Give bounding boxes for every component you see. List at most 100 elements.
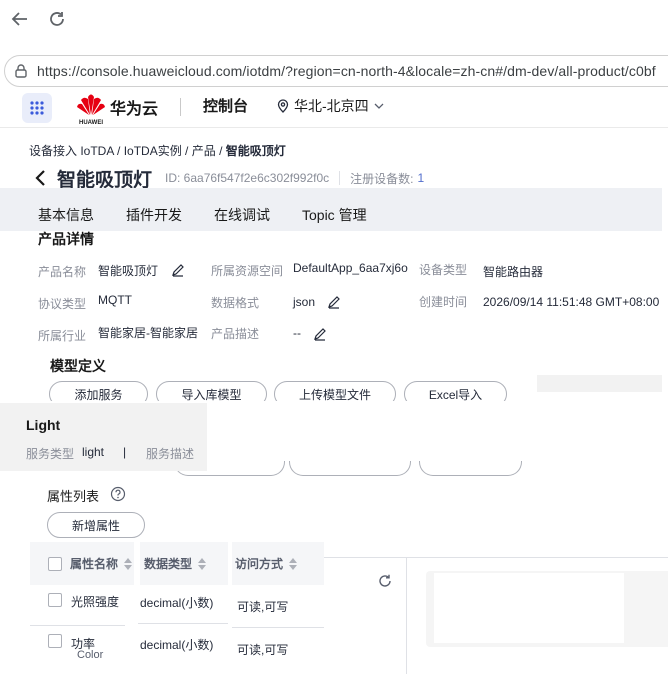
arrow-left-icon: [11, 12, 27, 26]
reload-icon: [50, 12, 64, 26]
excel-import-button-ghost: [419, 461, 522, 476]
back-chevron-icon[interactable]: [33, 169, 47, 187]
registered-devices-label: 注册设备数:: [350, 171, 414, 186]
row-divider: [138, 623, 228, 624]
service-menu-button[interactable]: [22, 93, 52, 123]
column-name-label: 属性名称: [70, 557, 119, 571]
service-name: Light: [26, 417, 61, 433]
breadcrumb-separator: /: [113, 144, 124, 158]
column-access-label: 访问方式: [235, 557, 284, 571]
column-header-type[interactable]: 数据类型: [140, 542, 228, 585]
panel-divider: [406, 558, 407, 674]
header-divider: [180, 98, 181, 116]
property-name-cell: 光照强度: [71, 595, 120, 609]
property-list-title: 属性列表: [47, 489, 100, 504]
created-time-label: 创建时间: [419, 295, 468, 309]
resource-space-value: DefaultApp_6aa7xj6o: [293, 261, 408, 275]
breadcrumb-item-iotda[interactable]: 设备接入 IoTDA: [29, 144, 114, 158]
add-service-button[interactable]: 添加服务: [49, 381, 148, 401]
breadcrumb: 设备接入 IoTDA / IoTDA实例 / 产品 / 智能吸顶灯: [29, 142, 286, 159]
industry-label: 所属行业: [38, 329, 87, 343]
tab-topic-management[interactable]: Topic 管理: [302, 205, 367, 225]
chevron-down-icon: [374, 103, 384, 109]
header-right-divider: [324, 557, 668, 558]
model-buttons-clip: 添加服务 导入库模型 上传模型文件 Excel导入: [49, 381, 549, 401]
column-type-label: 数据类型: [144, 557, 193, 571]
grid-icon: [30, 101, 44, 115]
url-text[interactable]: https://console.huaweicloud.com/iotdm/?r…: [37, 63, 656, 79]
location-pin-icon: [277, 99, 289, 113]
property-type-cell: decimal(小数): [140, 638, 214, 652]
product-details-title: 产品详情: [38, 231, 94, 247]
edit-format-icon[interactable]: [327, 295, 341, 309]
overflow-row-text: Color: [77, 649, 104, 661]
resource-space-label: 所属资源空间: [211, 264, 284, 278]
created-time-value: 2026/09/14 11:51:48 GMT+08:00: [483, 295, 660, 309]
tab-basic-info[interactable]: 基本信息: [38, 205, 94, 225]
sort-icon[interactable]: [124, 557, 133, 570]
breadcrumb-item-instance[interactable]: IoTDA实例: [124, 144, 182, 158]
browser-toolbar: [0, 0, 668, 40]
industry-value: 智能家居-智能家居: [98, 326, 198, 340]
sort-icon[interactable]: [289, 557, 298, 570]
row-divider: [30, 625, 125, 626]
product-name-label: 产品名称: [38, 265, 87, 279]
registered-devices-count[interactable]: 1: [418, 171, 425, 185]
product-id: ID: 6aa76f547f2e6c302f992f0c: [165, 171, 330, 185]
help-icon[interactable]: [110, 486, 126, 502]
detail-panel-content: [434, 573, 624, 643]
add-property-button[interactable]: 新增属性: [47, 512, 145, 538]
property-table-header: 属性名称 数据类型 访问方式: [30, 542, 324, 585]
description-value: --: [293, 326, 301, 340]
overlay-strip: [537, 375, 662, 392]
refresh-icon[interactable]: [377, 573, 393, 589]
title-divider: [339, 171, 341, 185]
edit-name-icon[interactable]: [171, 263, 185, 277]
huawei-logo[interactable]: HUAWEI: [76, 91, 106, 126]
property-access-cell: 可读,可写: [237, 600, 289, 614]
row-divider: [232, 627, 324, 628]
back-button[interactable]: [6, 5, 34, 33]
select-all-checkbox[interactable]: [48, 556, 62, 571]
service-panel[interactable]: Light 服务类型 light | 服务描述: [0, 403, 207, 471]
product-name-value: 智能吸顶灯: [98, 264, 159, 278]
service-description-label: 服务描述: [146, 447, 195, 461]
address-bar[interactable]: https://console.huaweicloud.com/iotdm/?r…: [4, 55, 668, 87]
protocol-label: 协议类型: [38, 297, 87, 311]
breadcrumb-item-product[interactable]: 产品: [192, 144, 216, 158]
data-format-value: json: [293, 295, 316, 309]
console-header: HUAWEI 华为云 控制台 华北-北京四: [0, 88, 668, 128]
property-type-cell: decimal(小数): [140, 596, 214, 610]
tab-online-debug[interactable]: 在线调试: [214, 205, 270, 225]
site-info-icon[interactable]: [13, 63, 29, 79]
edit-description-icon[interactable]: [313, 327, 327, 341]
model-definition-title: 模型定义: [50, 358, 106, 374]
region-selector[interactable]: 华北-北京四: [276, 96, 385, 116]
protocol-value: MQTT: [98, 293, 132, 307]
breadcrumb-current: 智能吸顶灯: [225, 144, 286, 158]
service-meta-divider: |: [123, 445, 127, 459]
row-checkbox[interactable]: [48, 634, 62, 648]
device-type-label: 设备类型: [419, 263, 468, 277]
upload-model-file-button-ghost: [289, 461, 411, 476]
column-header-name[interactable]: 属性名称: [30, 542, 134, 585]
tab-plugin-dev[interactable]: 插件开发: [126, 205, 182, 225]
excel-import-button[interactable]: Excel导入: [404, 381, 507, 401]
console-link[interactable]: 控制台: [203, 95, 248, 116]
row-checkbox[interactable]: [48, 593, 62, 607]
breadcrumb-separator: /: [181, 144, 192, 158]
device-type-value: 智能路由器: [483, 265, 544, 279]
logo-text: HUAWEI: [79, 120, 103, 126]
upload-model-file-button[interactable]: 上传模型文件: [274, 381, 396, 401]
brand-name[interactable]: 华为云: [110, 95, 158, 119]
sort-icon[interactable]: [198, 557, 207, 570]
service-type-value: light: [82, 445, 105, 459]
huawei-flower-icon: [77, 94, 105, 115]
description-label: 产品描述: [211, 327, 260, 341]
breadcrumb-separator: /: [215, 144, 226, 158]
reload-button[interactable]: [43, 5, 71, 33]
property-access-cell: 可读,可写: [237, 643, 289, 657]
data-format-label: 数据格式: [211, 296, 260, 310]
import-library-model-button[interactable]: 导入库模型: [156, 381, 267, 401]
column-header-access[interactable]: 访问方式: [232, 542, 324, 585]
